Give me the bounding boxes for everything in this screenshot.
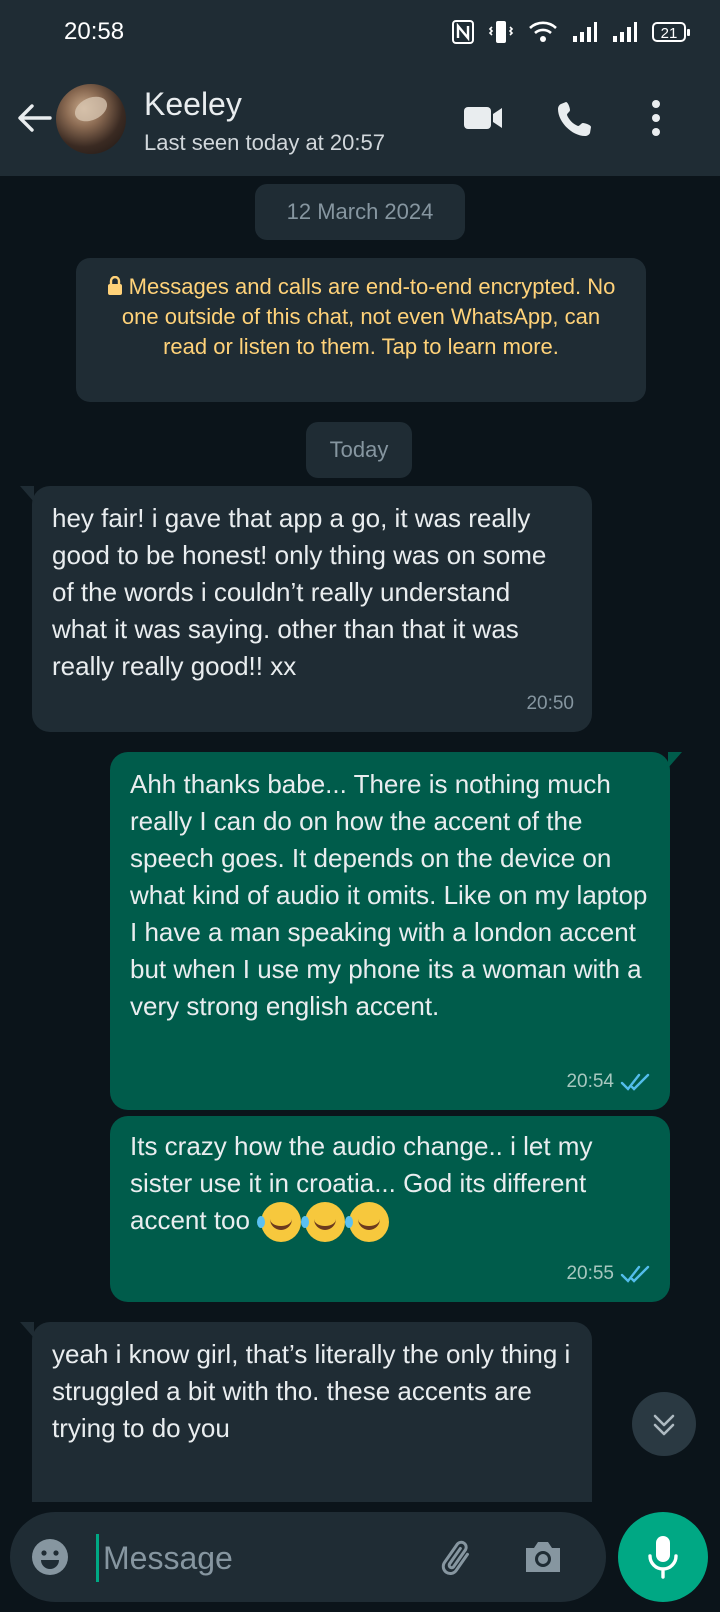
message-text: Ahh thanks babe... There is nothing much… — [130, 769, 648, 1021]
camera-icon[interactable] — [522, 1538, 564, 1576]
status-time: 20:58 — [64, 18, 125, 45]
avatar[interactable] — [56, 84, 126, 154]
outgoing-message[interactable]: Its crazy how the audio change.. i let m… — [110, 1116, 670, 1302]
voice-record-button[interactable] — [618, 1512, 708, 1602]
signal-icon — [573, 22, 597, 42]
outgoing-message[interactable]: Ahh thanks babe... There is nothing much… — [110, 752, 682, 1110]
signal-icon — [613, 22, 637, 42]
message-input[interactable] — [96, 1534, 435, 1582]
encryption-text: Messages and calls are end-to-end encryp… — [121, 274, 616, 359]
today-separator: Today — [306, 422, 412, 478]
battery-icon: 21 — [652, 22, 690, 42]
incoming-message[interactable]: hey fair! i gave that app a go, it was r… — [20, 486, 592, 732]
wifi-icon — [529, 21, 557, 42]
encryption-notice[interactable]: Messages and calls are end-to-end encryp… — [76, 258, 646, 402]
message-time: 20:54 — [566, 1071, 614, 1092]
nfc-icon — [452, 20, 474, 44]
message-text: yeah i know girl, that’s literally the o… — [52, 1339, 571, 1443]
bubble-tail — [668, 752, 682, 768]
double-check-read-icon — [620, 1265, 650, 1283]
more-options-icon[interactable] — [646, 98, 666, 138]
vibrate-icon — [488, 21, 514, 43]
bubble-tail — [20, 486, 34, 502]
video-call-icon[interactable] — [462, 98, 504, 138]
message-time: 20:55 — [566, 1263, 614, 1284]
rolling-on-floor-laughing-emoji — [345, 1202, 390, 1243]
message-meta: 20:50 — [526, 685, 574, 722]
chat-header: Keeley Last seen today at 20:57 — [0, 62, 720, 176]
status-bar: 20:58 21 — [0, 0, 720, 62]
date-separator: 12 March 2024 — [255, 184, 465, 240]
rolling-on-floor-laughing-emoji — [257, 1202, 302, 1243]
contact-name[interactable]: Keeley — [144, 86, 242, 123]
scroll-to-bottom-button[interactable] — [632, 1392, 696, 1456]
mic-icon — [648, 1536, 678, 1579]
message-text-container: Its crazy how the audio change.. i let m… — [130, 1128, 650, 1243]
double-check-read-icon — [620, 1073, 650, 1091]
battery-level: 21 — [660, 25, 678, 42]
message-time: 20:50 — [526, 693, 574, 714]
message-text: hey fair! i gave that app a go, it was r… — [52, 503, 547, 681]
incoming-message[interactable]: yeah i know girl, that’s literally the o… — [20, 1322, 592, 1502]
rolling-on-floor-laughing-emoji — [301, 1202, 346, 1243]
attach-icon[interactable] — [438, 1536, 478, 1580]
bubble-tail — [20, 1322, 34, 1338]
chat-area[interactable]: 12 March 2024 Messages and calls are end… — [0, 176, 720, 1502]
message-composer — [10, 1512, 606, 1602]
message-meta: 20:54 — [566, 1063, 652, 1100]
lock-icon — [107, 275, 122, 295]
emoji-icon[interactable] — [30, 1537, 70, 1577]
voice-call-icon[interactable] — [556, 98, 596, 138]
message-meta: 20:55 — [566, 1255, 652, 1292]
status-icons: 21 — [452, 18, 690, 46]
last-seen-status[interactable]: Last seen today at 20:57 — [144, 130, 385, 156]
back-arrow-icon[interactable] — [14, 98, 54, 138]
scroll-down-icon — [653, 1414, 675, 1436]
